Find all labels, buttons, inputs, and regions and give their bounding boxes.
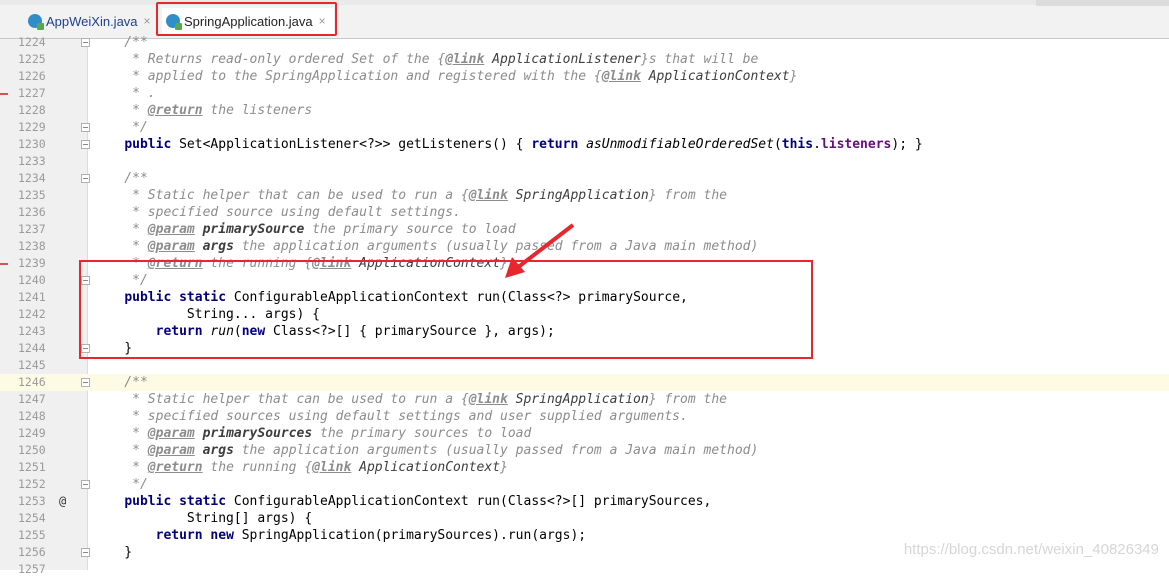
- code-text: * @return the listeners: [93, 103, 313, 118]
- change-marker: [0, 93, 8, 95]
- code-line[interactable]: 1246 /**: [0, 374, 1169, 391]
- code-line[interactable]: 1247 * Static helper that can be used to…: [0, 391, 1169, 408]
- fold-marker-icon[interactable]: [81, 378, 90, 387]
- fold-marker-icon[interactable]: [81, 174, 90, 183]
- line-number: 1246: [18, 375, 46, 389]
- code-line[interactable]: 1249 * @param primarySources the primary…: [0, 425, 1169, 442]
- line-number: 1253: [18, 494, 46, 508]
- tab-highlight-box: [156, 2, 337, 36]
- code-line[interactable]: 1224 /**: [0, 34, 1169, 51]
- line-number: 1254: [18, 511, 46, 525]
- line-number: 1238: [18, 239, 46, 253]
- window-top-strip: [1036, 0, 1169, 6]
- code-text: * Returns read-only ordered Set of the {…: [93, 52, 759, 67]
- line-number: 1242: [18, 307, 46, 321]
- code-text: */: [93, 120, 148, 135]
- code-line[interactable]: 1245: [0, 357, 1169, 374]
- code-line[interactable]: 1230 public Set<ApplicationListener<?>> …: [0, 136, 1169, 153]
- tab-appweixin[interactable]: AppWeiXin.java ×: [24, 8, 156, 34]
- code-text: * specified sources using default settin…: [93, 409, 688, 424]
- code-text: String[] args) {: [93, 511, 313, 526]
- line-number: 1243: [18, 324, 46, 338]
- code-text: /**: [93, 171, 148, 186]
- line-number: 1235: [18, 188, 46, 202]
- line-number: 1233: [18, 154, 46, 168]
- line-number: 1228: [18, 103, 46, 117]
- close-icon[interactable]: ×: [144, 14, 151, 28]
- tab-label: AppWeiXin.java: [46, 13, 138, 29]
- fold-marker-icon[interactable]: [81, 548, 90, 557]
- code-text: public static ConfigurableApplicationCon…: [124, 494, 712, 509]
- code-text: * @param args the application arguments …: [93, 239, 759, 254]
- line-number: 1251: [18, 460, 46, 474]
- line-number: 1227: [18, 86, 46, 100]
- code-text: /**: [93, 35, 148, 50]
- code-line[interactable]: 1237 * @param primarySource the primary …: [0, 221, 1169, 238]
- line-number: 1236: [18, 205, 46, 219]
- code-line[interactable]: 1225 * Returns read-only ordered Set of …: [0, 51, 1169, 68]
- code-line[interactable]: 1234 /**: [0, 170, 1169, 187]
- line-number: 1224: [18, 35, 46, 49]
- code-text: * applied to the SpringApplication and r…: [93, 69, 798, 84]
- line-number: 1225: [18, 52, 46, 66]
- code-line[interactable]: 1252 */: [0, 476, 1169, 493]
- code-text: * Static helper that can be used to run …: [93, 188, 727, 203]
- code-line[interactable]: 1235 * Static helper that can be used to…: [0, 187, 1169, 204]
- code-line[interactable]: 1251 * @return the running {@link Applic…: [0, 459, 1169, 476]
- fold-marker-icon[interactable]: [81, 123, 90, 132]
- line-number: 1245: [18, 358, 46, 372]
- code-line[interactable]: 1250 * @param args the application argum…: [0, 442, 1169, 459]
- change-marker: [0, 263, 8, 265]
- fold-marker-icon[interactable]: [81, 140, 90, 149]
- code-text: * @param primarySources the primary sour…: [93, 426, 532, 441]
- code-text: }: [93, 545, 133, 560]
- line-number: 1240: [18, 273, 46, 287]
- line-number: 1248: [18, 409, 46, 423]
- code-text: */: [93, 477, 148, 492]
- line-number: 1244: [18, 341, 46, 355]
- code-text: * @param args the application arguments …: [93, 443, 759, 458]
- line-number: 1230: [18, 137, 46, 151]
- code-text: * @return the running {@link Application…: [93, 460, 508, 475]
- code-line[interactable]: 1254 String[] args) {: [0, 510, 1169, 527]
- line-number: 1226: [18, 69, 46, 83]
- line-number: 1247: [18, 392, 46, 406]
- line-number: 1239: [18, 256, 46, 270]
- code-line[interactable]: 1233: [0, 153, 1169, 170]
- code-text: public Set<ApplicationListener<?>> getLi…: [124, 137, 923, 152]
- code-text: * @param primarySource the primary sourc…: [93, 222, 516, 237]
- java-class-icon: [28, 14, 44, 30]
- code-line[interactable]: 1238 * @param args the application argum…: [0, 238, 1169, 255]
- line-number: 1255: [18, 528, 46, 542]
- watermark: https://blog.csdn.net/weixin_40826349: [903, 541, 1159, 558]
- line-number: 1250: [18, 443, 46, 457]
- code-line[interactable]: 1248 * specified sources using default s…: [0, 408, 1169, 425]
- line-number: 1234: [18, 171, 46, 185]
- fold-marker-icon[interactable]: [81, 38, 90, 47]
- fold-marker-icon[interactable]: [81, 480, 90, 489]
- line-number: 1249: [18, 426, 46, 440]
- code-line[interactable]: 1228 * @return the listeners: [0, 102, 1169, 119]
- code-text: return new SpringApplication(primarySour…: [155, 528, 587, 543]
- code-text: * Static helper that can be used to run …: [93, 392, 727, 407]
- highlight-box-run-method: [79, 260, 813, 359]
- code-text: * .: [93, 86, 156, 101]
- line-number: 1237: [18, 222, 46, 236]
- code-line[interactable]: 1226 * applied to the SpringApplication …: [0, 68, 1169, 85]
- code-text: * specified source using default setting…: [93, 205, 461, 220]
- line-number: 1241: [18, 290, 46, 304]
- line-number: 1252: [18, 477, 46, 491]
- code-line[interactable]: 1253 @ public static ConfigurableApplicat…: [0, 493, 1169, 510]
- code-line[interactable]: 1229 */: [0, 119, 1169, 136]
- line-number: 1229: [18, 120, 46, 134]
- override-marker-icon[interactable]: @: [59, 493, 66, 510]
- line-number: 1256: [18, 545, 46, 559]
- code-text: /**: [93, 375, 148, 390]
- code-line[interactable]: 1236 * specified source using default se…: [0, 204, 1169, 221]
- code-line[interactable]: 1227 * .: [0, 85, 1169, 102]
